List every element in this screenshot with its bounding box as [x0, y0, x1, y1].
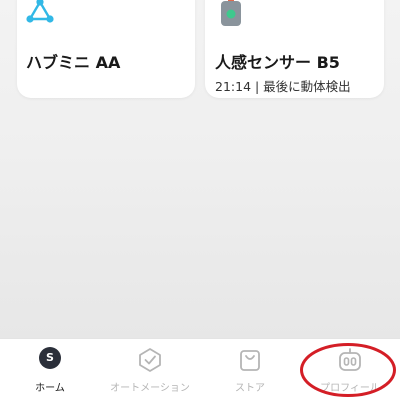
bottom-tab-bar: S ホーム オートメーション ストア プロフィール — [0, 338, 400, 401]
tab-label: プロフィール — [320, 383, 380, 394]
device-list: ハブミニ AA 人感センサー B5 21:14 | 最後に動体検出 — [0, 0, 400, 338]
robot-face-icon — [339, 348, 361, 371]
device-status: 21:14 | 最後に動体検出 — [215, 79, 351, 94]
tab-automation[interactable]: オートメーション — [100, 339, 200, 401]
hub-mini-icon — [26, 0, 54, 23]
tab-store[interactable]: ストア — [200, 339, 300, 401]
tab-label: ホーム — [35, 383, 65, 394]
shopping-bag-icon — [240, 350, 260, 371]
tab-label: ストア — [235, 383, 265, 394]
device-name: ハブミニ AA — [26, 53, 121, 72]
device-name: 人感センサー B5 — [215, 53, 340, 72]
device-card-hub-mini[interactable]: ハブミニ AA — [17, 0, 195, 98]
motion-sensor-icon — [221, 0, 241, 26]
tab-home[interactable]: S ホーム — [0, 339, 100, 401]
device-card-motion-sensor[interactable]: 人感センサー B5 21:14 | 最後に動体検出 — [205, 0, 384, 98]
avatar: S — [39, 347, 61, 369]
check-shield-icon — [139, 348, 161, 372]
tab-profile[interactable]: プロフィール — [300, 339, 400, 401]
tab-label: オートメーション — [110, 383, 190, 394]
